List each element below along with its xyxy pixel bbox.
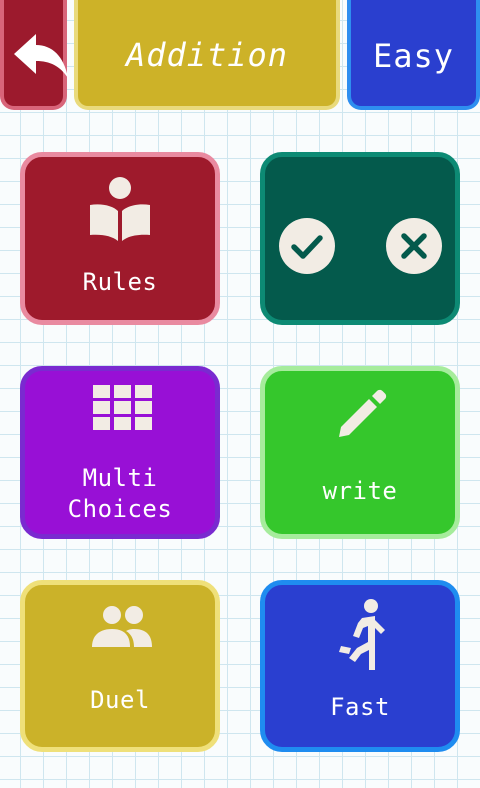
write-label: write — [322, 477, 398, 505]
rules-button[interactable]: Rules — [20, 152, 220, 325]
check-circle-icon — [279, 218, 335, 274]
cross-circle-icon — [386, 218, 442, 274]
fast-label: Fast — [330, 693, 390, 721]
book-reader-icon — [90, 177, 150, 241]
grid-icon — [93, 385, 152, 430]
back-arrow-icon — [14, 34, 68, 78]
back-button[interactable] — [0, 0, 68, 110]
group-icon — [92, 606, 152, 647]
multi-choices-label: Multi Choices — [67, 464, 173, 523]
duel-label: Duel — [90, 686, 150, 714]
rules-label: Rules — [82, 268, 158, 296]
mode-title: Addition — [125, 36, 289, 74]
mode-title-banner: Addition — [74, 0, 340, 110]
multi-choices-button[interactable]: Multi Choices — [20, 366, 220, 539]
pencil-icon — [339, 389, 387, 437]
fast-button[interactable]: Fast — [260, 580, 460, 752]
level-button[interactable]: Easy — [347, 0, 480, 110]
duel-button[interactable]: Duel — [20, 580, 220, 752]
write-button[interactable]: write — [260, 366, 460, 539]
true-false-button[interactable] — [260, 152, 460, 325]
running-person-icon — [339, 599, 385, 670]
level-label: Easy — [372, 37, 455, 75]
